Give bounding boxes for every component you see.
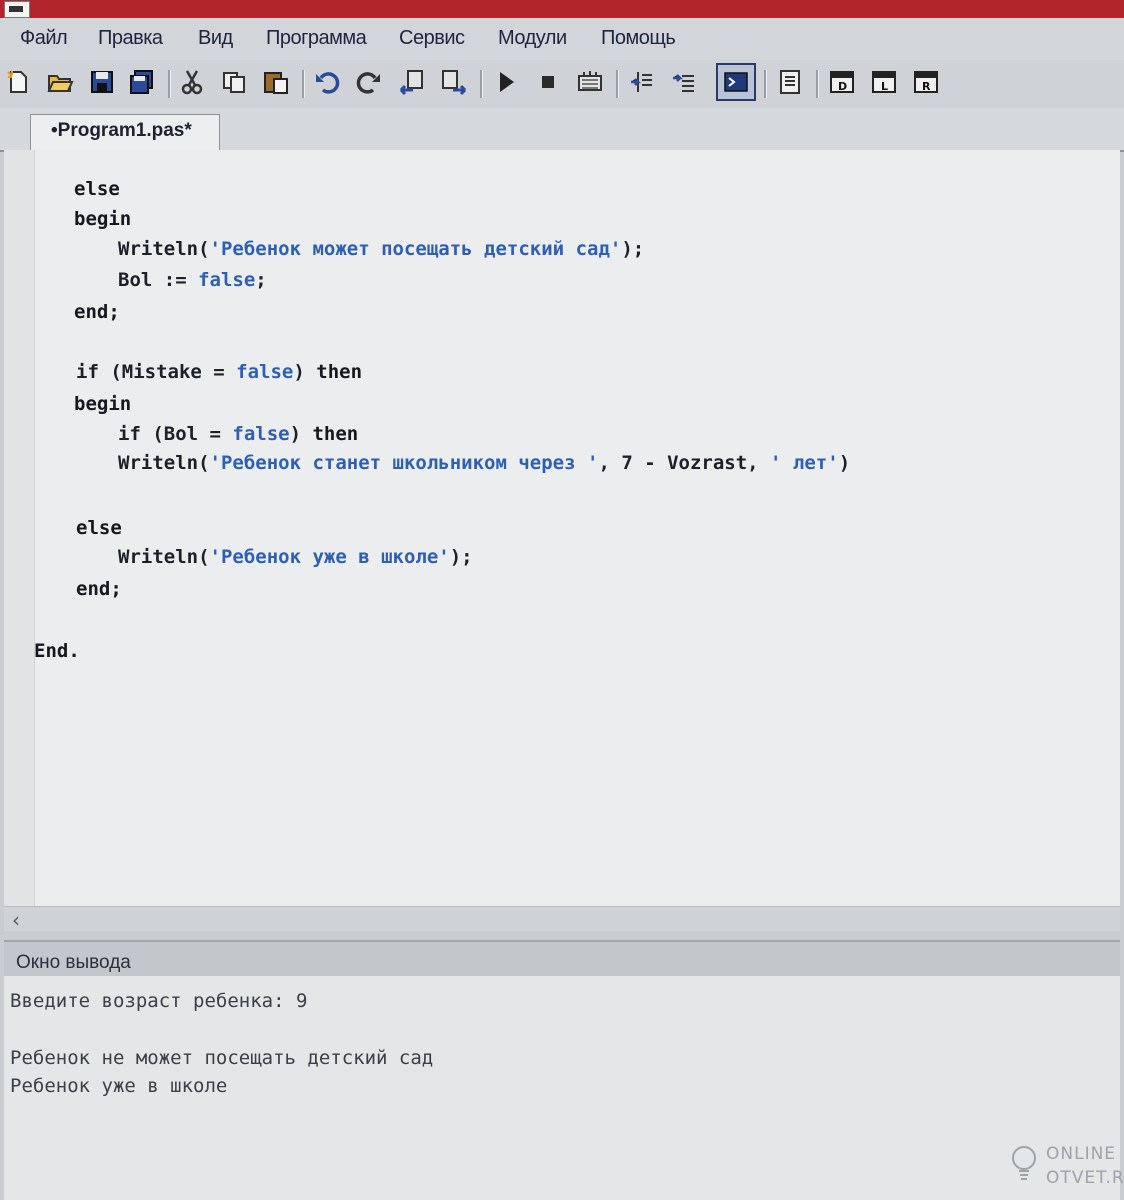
editor-gutter — [4, 150, 35, 906]
code-line: Writeln('Ребенок уже в школе'); — [118, 546, 473, 568]
menu-view[interactable]: Вид — [198, 27, 233, 50]
output-panel[interactable]: Введите возраст ребенка: 9 Ребенок не мо… — [4, 976, 1120, 1200]
replace-icon[interactable] — [438, 66, 470, 98]
code-line: end; — [76, 578, 122, 600]
insert-template-d-icon[interactable]: D — [826, 66, 858, 98]
stop-icon[interactable] — [532, 66, 564, 98]
toolbar: D L R — [0, 60, 1124, 108]
code-line: else — [76, 517, 122, 539]
code-line: begin — [74, 393, 132, 415]
tab-strip: •Program1.pas* — [0, 108, 1124, 152]
code-line: if (Mistake = false) then — [76, 361, 363, 383]
menu-service[interactable]: Сервис — [399, 27, 465, 50]
menu-edit[interactable]: Правка — [98, 27, 163, 50]
watermark-line1: ONLINE — [1046, 1144, 1117, 1164]
find-icon[interactable] — [396, 66, 428, 98]
step-into-icon[interactable] — [626, 66, 658, 98]
insert-template-r-icon[interactable]: R — [910, 66, 942, 98]
output-panel-title: Окно вывода — [16, 952, 131, 973]
tab-program1[interactable]: •Program1.pas* — [30, 114, 220, 150]
window-titlebar — [0, 0, 1124, 18]
svg-text:D: D — [838, 80, 847, 93]
open-folder-icon[interactable] — [44, 66, 76, 98]
menu-help[interactable]: Помощь — [601, 27, 676, 50]
code-line: Writeln('Ребенок станет школьником через… — [118, 452, 851, 474]
menu-modules[interactable]: Модули — [498, 27, 567, 50]
code-line: Writeln('Ребенок может посещать детский … — [118, 238, 645, 260]
lightbulb-icon — [1012, 1146, 1036, 1180]
output-line: Введите возраст ребенка: 9 — [10, 990, 308, 1012]
save-icon[interactable] — [86, 66, 118, 98]
insert-template-l-icon[interactable]: L — [868, 66, 900, 98]
output-line: Ребенок уже в школе — [10, 1075, 228, 1097]
horizontal-scrollbar[interactable]: ‹ — [4, 906, 1120, 932]
scroll-left-icon[interactable]: ‹ — [12, 908, 20, 932]
code-line: begin — [74, 208, 132, 230]
output-window-icon[interactable] — [716, 63, 756, 101]
menu-bar: Файл Правка Вид Программа Сервис Модули … — [0, 18, 1124, 60]
code-line: end; — [74, 301, 120, 323]
save-all-icon[interactable] — [126, 66, 158, 98]
output-line: Ребенок не может посещать детский сад — [10, 1047, 434, 1069]
app-icon — [4, 1, 30, 18]
compile-icon[interactable] — [574, 66, 606, 98]
code-line: Bol := false; — [118, 269, 267, 291]
code-line: else — [74, 178, 120, 200]
svg-text:L: L — [881, 80, 888, 93]
cut-icon[interactable] — [176, 66, 208, 98]
run-icon[interactable] — [490, 66, 522, 98]
step-over-icon[interactable] — [668, 66, 700, 98]
new-file-icon[interactable] — [2, 66, 34, 98]
menu-program[interactable]: Программа — [266, 27, 367, 50]
output-panel-header: Окно вывода — [4, 940, 1120, 978]
format-icon[interactable] — [774, 66, 806, 98]
code-line: if (Bol = false) then — [118, 423, 359, 445]
undo-icon[interactable] — [310, 66, 342, 98]
menu-file[interactable]: Файл — [20, 27, 68, 50]
paste-icon[interactable] — [260, 66, 292, 98]
redo-icon[interactable] — [354, 66, 386, 98]
copy-icon[interactable] — [218, 66, 250, 98]
code-editor[interactable]: else begin Writeln('Ребенок может посеща… — [4, 150, 1120, 906]
watermark: ONLINE OTVET.RU — [1010, 1140, 1124, 1196]
svg-text:R: R — [922, 80, 931, 93]
watermark-line2: OTVET.RU — [1046, 1168, 1124, 1188]
code-line: End. — [34, 640, 80, 662]
